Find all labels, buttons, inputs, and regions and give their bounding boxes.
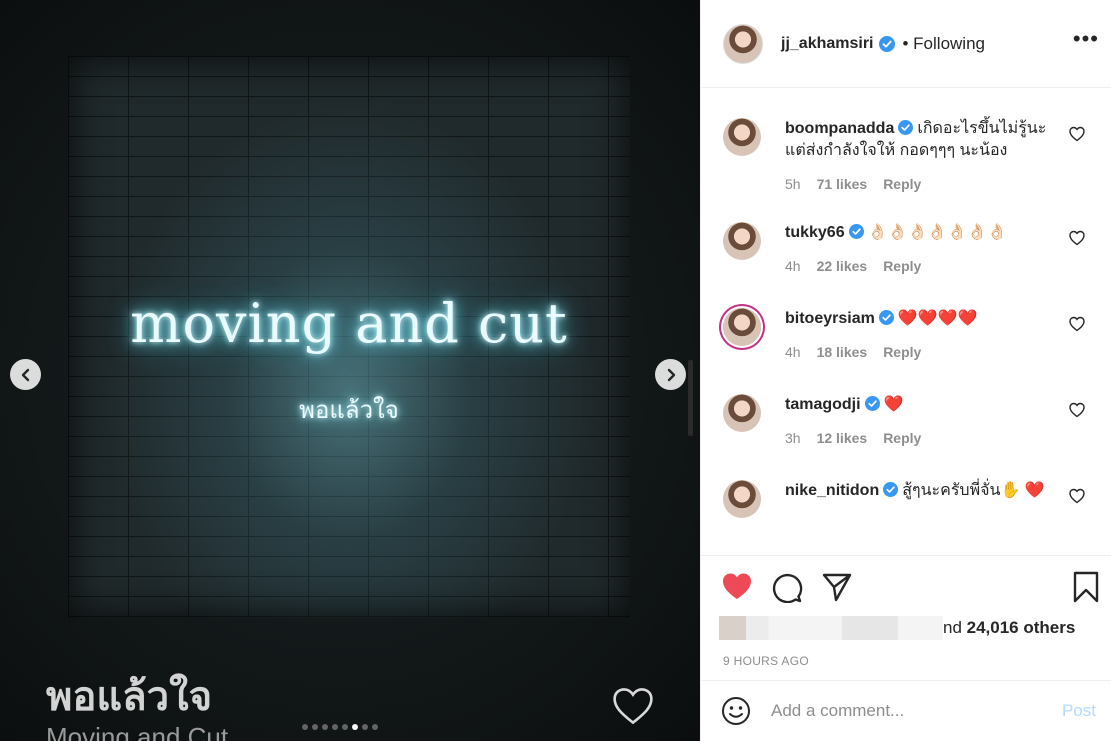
header-username[interactable]: jj_akhamsiri bbox=[781, 35, 874, 53]
carousel-dot bbox=[312, 724, 318, 730]
heart-filled-icon[interactable] bbox=[721, 571, 753, 603]
avatar[interactable] bbox=[723, 118, 761, 156]
comment-time[interactable]: 5h bbox=[785, 176, 801, 192]
likes-prefix: nd bbox=[943, 618, 967, 637]
neon-subtitle: พอแล้วใจ bbox=[299, 397, 399, 424]
scroll-indicator[interactable] bbox=[688, 360, 693, 436]
following-button[interactable]: • Following bbox=[903, 34, 986, 54]
heart-outline-icon[interactable] bbox=[1069, 230, 1085, 246]
comment-time[interactable]: 4h bbox=[785, 258, 801, 274]
comment-body: tukky66 👌🏻👌🏻👌🏻👌🏻👌🏻👌🏻👌🏻 bbox=[785, 222, 1061, 244]
reply-button[interactable]: Reply bbox=[883, 430, 921, 446]
carousel-dot bbox=[322, 724, 328, 730]
post-button[interactable]: Post bbox=[1062, 701, 1096, 721]
comment-body: bitoeyrsiam ❤️❤️❤️❤️ bbox=[785, 308, 1061, 330]
neon-title: moving and cut bbox=[130, 292, 568, 355]
chevron-right-icon bbox=[667, 368, 675, 381]
post-header: jj_akhamsiri • Following ••• bbox=[701, 0, 1111, 88]
carousel-dot bbox=[302, 724, 308, 730]
reply-button[interactable]: Reply bbox=[883, 344, 921, 360]
comment-item: bitoeyrsiam ❤️❤️❤️❤️ 4h 18 likes Reply bbox=[701, 308, 1111, 364]
comment-username[interactable]: tukky66 bbox=[785, 224, 845, 241]
reply-button[interactable]: Reply bbox=[883, 176, 921, 192]
carousel-dot bbox=[332, 724, 338, 730]
verified-badge-icon bbox=[878, 310, 894, 325]
emoji-smile-icon[interactable] bbox=[721, 696, 751, 726]
comment-likes[interactable]: 22 likes bbox=[817, 258, 868, 274]
action-bar: nd 24,016 others 9 HOURS AGO bbox=[701, 555, 1111, 680]
comment-username[interactable]: tamagodji bbox=[785, 396, 861, 413]
heart-outline-icon[interactable] bbox=[1069, 488, 1085, 504]
comment-body: nike_nitidon สู้ๆนะครับพี่จั่น✋ ❤️ bbox=[785, 480, 1061, 502]
comment-list[interactable]: boompanadda เกิดอะไรขึ้นไม่รู้นะ แต่ส่งกำ… bbox=[701, 88, 1111, 554]
media-viewer[interactable]: moving and cut พอแล้วใจ พอแล้วใจ Moving … bbox=[0, 0, 700, 741]
comment-body: tamagodji ❤️ bbox=[785, 394, 1061, 416]
comment-text: สู้ๆนะครับพี่จั่น✋ ❤️ bbox=[902, 482, 1045, 499]
comment-text: ❤️ bbox=[883, 396, 904, 413]
heart-outline-icon[interactable] bbox=[1069, 402, 1085, 418]
comment-likes[interactable]: 71 likes bbox=[817, 176, 868, 192]
avatar[interactable] bbox=[723, 480, 761, 518]
reply-button[interactable]: Reply bbox=[883, 258, 921, 274]
video-title: พอแล้วใจ bbox=[46, 675, 213, 719]
likes-count[interactable]: 24,016 others bbox=[967, 618, 1076, 637]
comment-username[interactable]: boompanadda bbox=[785, 120, 894, 137]
comment-bubble-icon[interactable] bbox=[771, 571, 803, 603]
carousel-dot bbox=[352, 724, 358, 730]
add-comment-bar: Post bbox=[701, 680, 1111, 741]
video-artist: Moving and Cut bbox=[46, 722, 229, 741]
avatar[interactable] bbox=[723, 222, 761, 260]
comment-text: 👌🏻👌🏻👌🏻👌🏻👌🏻👌🏻👌🏻 bbox=[867, 224, 1008, 241]
comment-item: nike_nitidon สู้ๆนะครับพี่จั่น✋ ❤️ bbox=[701, 480, 1111, 536]
likers-avatars-blurred[interactable] bbox=[719, 616, 943, 640]
comment-item: tamagodji ❤️ 3h 12 likes Reply bbox=[701, 394, 1111, 450]
heart-outline-icon bbox=[613, 688, 653, 725]
verified-badge-icon bbox=[848, 224, 864, 239]
poster-image: moving and cut พอแล้วใจ bbox=[68, 56, 630, 618]
avatar[interactable] bbox=[723, 308, 761, 346]
comment-time[interactable]: 4h bbox=[785, 344, 801, 360]
avatar[interactable] bbox=[723, 23, 763, 64]
comment-input[interactable] bbox=[771, 701, 1062, 721]
carousel-dots bbox=[302, 724, 378, 730]
comment-meta: 4h 18 likes Reply bbox=[785, 344, 1061, 360]
post-panel: jj_akhamsiri • Following ••• boompanadda… bbox=[700, 0, 1111, 741]
comment-meta: 4h 22 likes Reply bbox=[785, 258, 1061, 274]
post-timestamp: 9 HOURS AGO bbox=[723, 654, 809, 668]
comment-meta: 3h 12 likes Reply bbox=[785, 430, 1061, 446]
comment-likes[interactable]: 18 likes bbox=[817, 344, 868, 360]
comment-meta: 5h 71 likes Reply bbox=[785, 176, 1061, 192]
likes-summary[interactable]: nd 24,016 others bbox=[943, 618, 1075, 638]
carousel-prev-button[interactable] bbox=[10, 359, 41, 390]
comment-item: boompanadda เกิดอะไรขึ้นไม่รู้นะ แต่ส่งกำ… bbox=[701, 118, 1111, 192]
heart-outline-icon[interactable] bbox=[1069, 126, 1085, 142]
avatar[interactable] bbox=[723, 394, 761, 432]
carousel-dot bbox=[372, 724, 378, 730]
verified-badge-icon bbox=[883, 482, 899, 497]
comment-text: ❤️❤️❤️❤️ bbox=[897, 310, 978, 327]
carousel-dot bbox=[362, 724, 368, 730]
comment-username[interactable]: nike_nitidon bbox=[785, 482, 879, 499]
verified-badge-icon bbox=[898, 120, 914, 135]
comment-body: boompanadda เกิดอะไรขึ้นไม่รู้นะ แต่ส่งกำ… bbox=[785, 118, 1061, 162]
chevron-left-icon bbox=[21, 368, 29, 381]
verified-badge-icon bbox=[864, 396, 880, 411]
bookmark-icon[interactable] bbox=[1070, 571, 1102, 603]
comment-time[interactable]: 3h bbox=[785, 430, 801, 446]
share-plane-icon[interactable] bbox=[821, 571, 853, 603]
heart-outline-icon[interactable] bbox=[1069, 316, 1085, 332]
carousel-next-button[interactable] bbox=[655, 359, 686, 390]
carousel-dot bbox=[342, 724, 348, 730]
comment-username[interactable]: bitoeyrsiam bbox=[785, 310, 875, 327]
verified-badge-icon bbox=[878, 35, 895, 52]
more-options-icon[interactable]: ••• bbox=[1073, 28, 1099, 50]
comment-item: tukky66 👌🏻👌🏻👌🏻👌🏻👌🏻👌🏻👌🏻 4h 22 likes Reply bbox=[701, 222, 1111, 278]
comment-likes[interactable]: 12 likes bbox=[817, 430, 868, 446]
